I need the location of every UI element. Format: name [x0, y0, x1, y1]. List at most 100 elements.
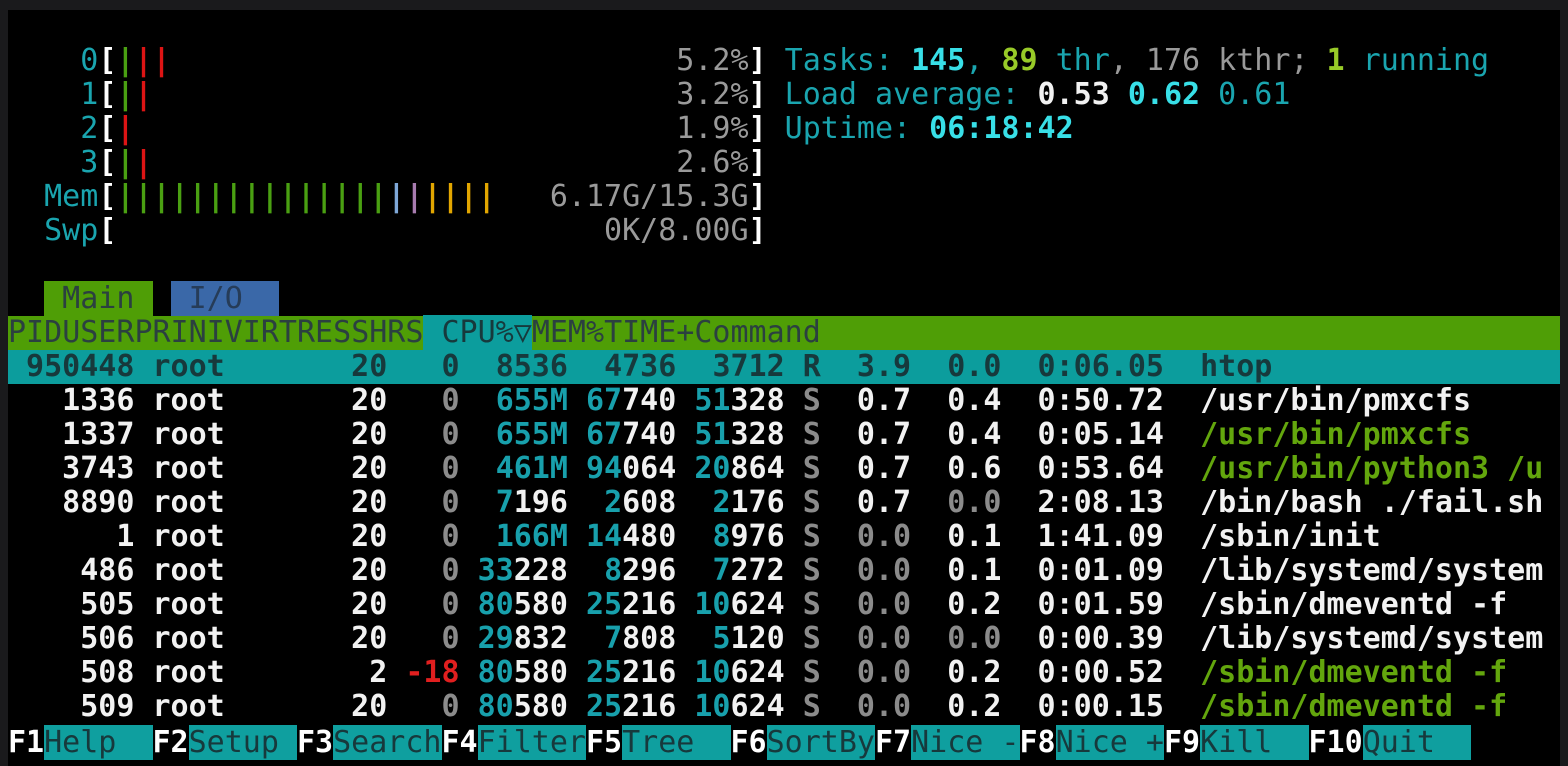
fkey-help[interactable]: F1Help — [8, 725, 153, 760]
load-summary: Load average: 0.53 0.62 0.61 — [785, 77, 1291, 112]
meter-cpu-1[interactable]: 1[|| 3.2%] Load average: 0.53 0.62 0.61 — [8, 78, 1560, 112]
process-row[interactable]: 1 root 20 0 166M 14480 8976 S 0.0 0.1 1:… — [8, 520, 1560, 554]
column-header-mem[interactable]: MEM% — [532, 315, 604, 350]
meter-memory[interactable]: Mem[||||||||||||||||||||| 6.17G/15.3G] — [8, 180, 1560, 214]
cell-command: /usr/bin/pmxcfs — [1200, 417, 1471, 452]
column-header-virt[interactable]: VIRT — [225, 315, 297, 350]
meter-swap[interactable]: Swp[ 0K/8.00G] — [8, 214, 1560, 248]
tab-main[interactable]: Main — [44, 281, 152, 316]
column-header-pid[interactable]: PID — [8, 315, 62, 350]
meter-cpu-0[interactable]: 0[||| 5.2%] Tasks: 145, 89 thr, 176 kthr… — [8, 44, 1560, 78]
fkey-label: Kill — [1200, 725, 1308, 760]
cell-pid: 1336 — [8, 383, 134, 418]
meter-value-text: 1.9% — [676, 111, 748, 146]
column-header-pri[interactable]: PRI — [134, 315, 188, 350]
meter-open-bracket: [ — [98, 145, 116, 180]
cell-time: 0:50.72 — [1020, 383, 1165, 418]
tabs-bar: Main I/O — [8, 282, 1560, 316]
cell-pad — [586, 553, 604, 588]
cell-separator — [134, 451, 152, 486]
cell-shr-hi: 10 — [694, 587, 730, 622]
cell-cpu: 0.7 — [839, 451, 911, 486]
cell-user: root — [153, 519, 316, 554]
cell-mem: 0.4 — [929, 383, 1001, 418]
cell-separator — [315, 519, 333, 554]
cell-s: R — [803, 349, 821, 384]
column-header-ni[interactable]: NI — [189, 315, 225, 350]
fkey-tree[interactable]: F5Tree — [586, 725, 731, 760]
cell-shr: 624 — [731, 689, 785, 724]
fkey-search[interactable]: F3Search — [297, 725, 442, 760]
process-row[interactable]: 8890 root 20 0 7196 2608 2176 S 0.7 0.0 … — [8, 486, 1560, 520]
column-header-s[interactable]: S — [405, 315, 423, 350]
process-row[interactable]: 3743 root 20 0 461M 94064 20864 S 0.7 0.… — [8, 452, 1560, 486]
meter-bar-g: | — [315, 179, 333, 214]
process-row[interactable]: 505 root 20 0 80580 25216 10624 S 0.0 0.… — [8, 588, 1560, 622]
cell-cpu: 0.0 — [839, 621, 911, 656]
cell-shr-hi: 5 — [712, 621, 730, 656]
cell-pad — [694, 485, 712, 520]
column-header-res[interactable]: RES — [297, 315, 351, 350]
cell-separator — [1001, 689, 1019, 724]
cell-separator — [568, 451, 586, 486]
process-row[interactable]: 1336 root 20 0 655M 67740 51328 S 0.7 0.… — [8, 384, 1560, 418]
process-row[interactable]: 509 root 20 0 80580 25216 10624 S 0.0 0.… — [8, 690, 1560, 724]
tasks-segment: , 176 kthr; — [1110, 43, 1327, 78]
fkey-number: F8 — [1020, 725, 1056, 760]
cell-virt-hi: 7 — [496, 485, 514, 520]
column-header-time[interactable]: TIME+ — [604, 315, 694, 350]
fkey-nice-[interactable]: F8Nice + — [1020, 725, 1165, 760]
cell-virt: 8536 — [496, 349, 568, 384]
cell-cpu: 0.7 — [839, 417, 911, 452]
process-row[interactable]: 506 root 20 0 29832 7808 5120 S 0.0 0.0 … — [8, 622, 1560, 656]
process-row[interactable]: 508 root 2 -18 80580 25216 10624 S 0.0 0… — [8, 656, 1560, 690]
cell-virt-hi: 461M — [496, 451, 568, 486]
meter-bar-g: | — [171, 179, 189, 214]
cell-time: 0:00.15 — [1020, 689, 1165, 724]
column-header-user[interactable]: USER — [62, 315, 134, 350]
tab-i-o[interactable]: I/O — [171, 281, 279, 316]
cell-time: 0:53.64 — [1020, 451, 1165, 486]
tasks-segment: running — [1345, 43, 1490, 78]
cell-user: root — [153, 655, 316, 690]
meter-cpu-3[interactable]: 3[|| 2.6%] — [8, 146, 1560, 180]
cell-user: root — [153, 383, 316, 418]
cell-separator — [676, 519, 694, 554]
process-row[interactable]: 486 root 20 0 33228 8296 7272 S 0.0 0.1 … — [8, 554, 1560, 588]
fkey-kill[interactable]: F9Kill — [1164, 725, 1309, 760]
cell-separator — [1001, 587, 1019, 622]
cell-ni: 0 — [405, 519, 459, 554]
column-header-command[interactable]: Command — [694, 315, 820, 350]
meter-close-bracket: ] — [749, 77, 767, 112]
column-header-cpu[interactable]: CPU%▽ — [423, 315, 531, 350]
fkey-nice-[interactable]: F7Nice - — [875, 725, 1020, 760]
fkey-filter[interactable]: F4Filter — [442, 725, 587, 760]
cell-separator — [460, 519, 478, 554]
cell-mem: 0.1 — [929, 553, 1001, 588]
process-row[interactable]: 1337 root 20 0 655M 67740 51328 S 0.7 0.… — [8, 418, 1560, 452]
cell-pid: 1337 — [8, 417, 134, 452]
cell-virt: 580 — [514, 689, 568, 724]
fkey-sortby[interactable]: F6SortBy — [731, 725, 876, 760]
cell-separator — [134, 485, 152, 520]
meter-bar-r: | — [134, 43, 152, 78]
cell-separator — [785, 553, 803, 588]
cell-s: S — [803, 553, 821, 588]
cell-separator — [315, 553, 333, 588]
htop-screen: 0[||| 5.2%] Tasks: 145, 89 thr, 176 kthr… — [8, 10, 1560, 766]
gap — [767, 43, 785, 78]
cell-mem: 0.0 — [929, 349, 1001, 384]
cell-user: root — [153, 451, 316, 486]
meter-cpu-2[interactable]: 2[| 1.9%] Uptime: 06:18:42 — [8, 112, 1560, 146]
load-segment: Load average: — [785, 77, 1038, 112]
cell-shr-hi: 20 — [694, 451, 730, 486]
cell-pad — [478, 417, 496, 452]
process-row[interactable]: 950448 root 20 0 8536 4736 3712 R 3.9 0.… — [8, 350, 1560, 384]
cell-separator — [315, 587, 333, 622]
column-header-shr[interactable]: SHR — [351, 315, 405, 350]
cell-user: root — [153, 349, 316, 384]
fkey-quit[interactable]: F10Quit — [1309, 725, 1472, 760]
fkey-setup[interactable]: F2Setup — [153, 725, 298, 760]
cell-mem: 0.1 — [929, 519, 1001, 554]
cell-ni: 0 — [405, 383, 459, 418]
